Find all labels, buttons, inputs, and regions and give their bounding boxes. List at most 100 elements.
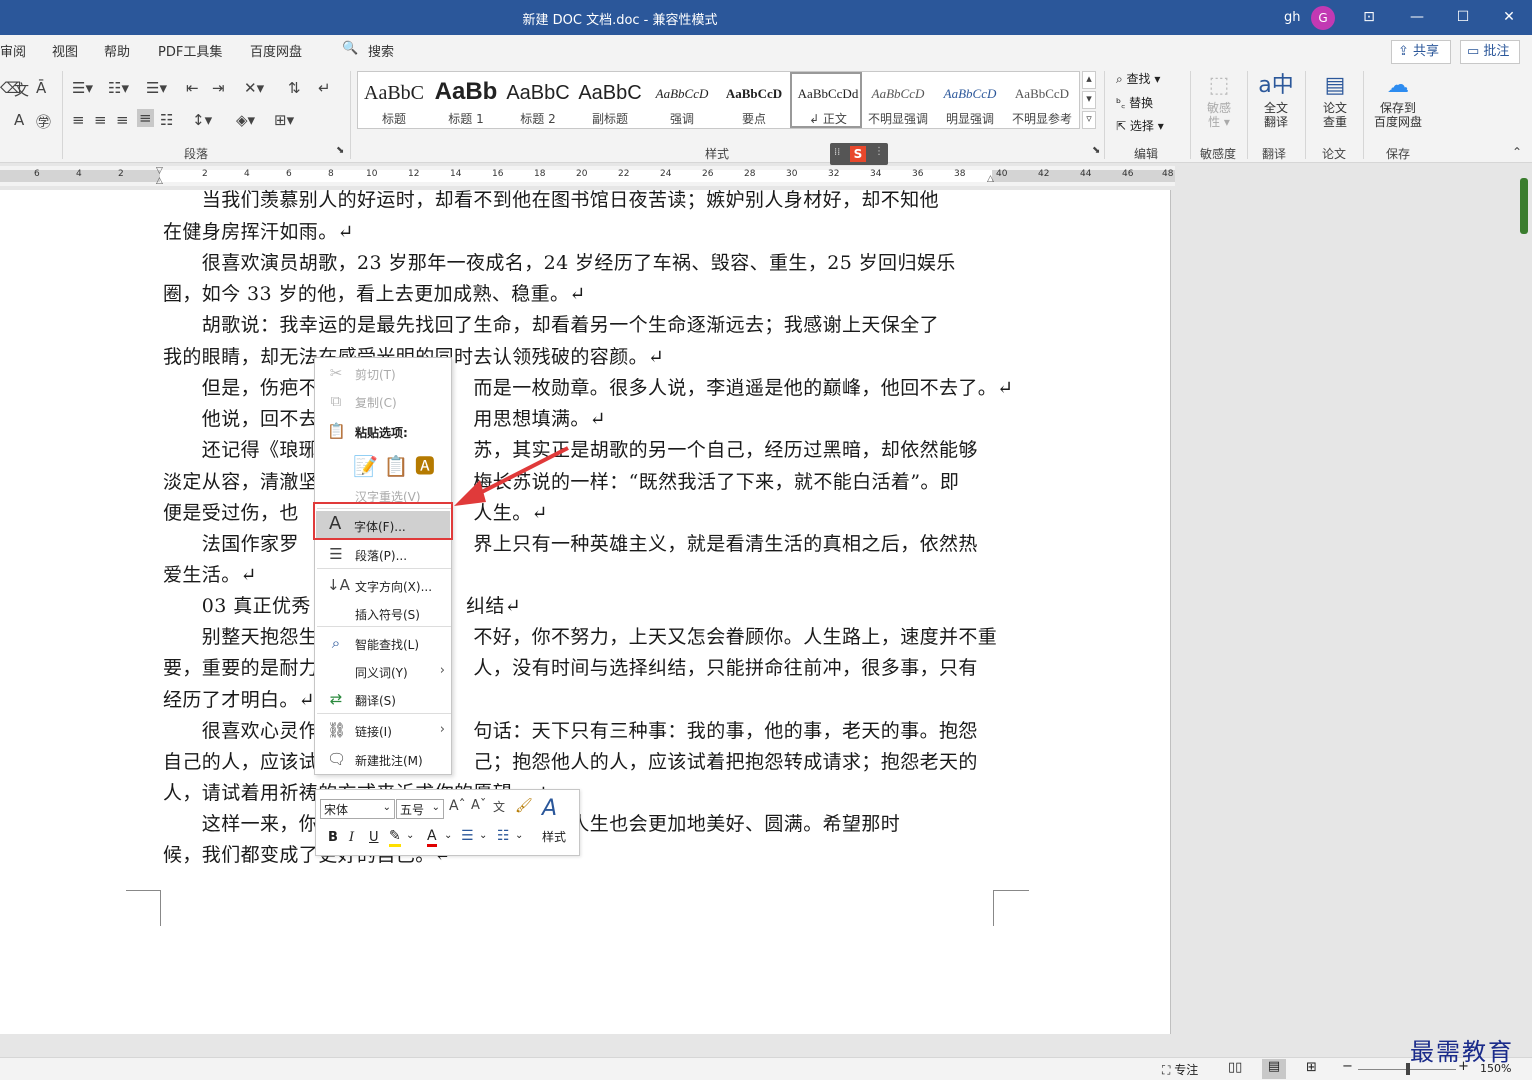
- replace-button[interactable]: ᵇ꜀ 替换: [1116, 94, 1153, 111]
- style-subtle-reference[interactable]: AaBbCcD 不明显参考: [1006, 72, 1078, 128]
- numbering-icon[interactable]: ☷: [497, 828, 510, 844]
- focus-mode-button[interactable]: ⛶ 专注: [1162, 1061, 1198, 1078]
- vertical-scrollbar[interactable]: [1520, 178, 1528, 234]
- font-size-select[interactable]: 五号 ⌄: [396, 799, 444, 819]
- shrink-font-icon[interactable]: Aˇ: [471, 798, 486, 813]
- sensitivity-button[interactable]: ⬚ 敏感性 ▾: [1198, 71, 1240, 129]
- styles-button-label[interactable]: 样式: [542, 828, 566, 845]
- increase-indent-icon[interactable]: ⇥: [212, 79, 225, 97]
- menu-item-insert-symbol[interactable]: 插入符号(S): [315, 600, 451, 626]
- style-subtle-emphasis[interactable]: AaBbCcD 不明显强调: [862, 72, 934, 128]
- bold-button[interactable]: B: [328, 830, 338, 845]
- menu-item-translate[interactable]: ⇄ 翻译(S): [315, 686, 451, 712]
- save-baidu-button[interactable]: ☁ 保存到 百度网盘: [1370, 71, 1426, 129]
- print-layout-icon[interactable]: ▤: [1262, 1059, 1286, 1079]
- style-intense-emphasis[interactable]: AaBbCcD 明显强调: [934, 72, 1006, 128]
- right-indent-marker-icon[interactable]: △: [987, 174, 997, 186]
- paste-option-icons[interactable]: 📝📋🅰: [353, 450, 441, 479]
- menu-item-cut[interactable]: ✂ 剪切(T): [315, 360, 451, 386]
- web-layout-icon[interactable]: ⊞: [1306, 1060, 1317, 1075]
- align-center-icon[interactable]: ≡: [94, 111, 107, 129]
- tab-view[interactable]: 视图: [52, 41, 78, 60]
- phonetic-guide-icon[interactable]: 文: [14, 79, 29, 100]
- chinese-layout-icon[interactable]: ✕▾: [244, 79, 264, 97]
- avatar[interactable]: G: [1311, 6, 1335, 30]
- chevron-down-icon[interactable]: ⌄: [479, 830, 487, 841]
- style-strong[interactable]: AaBbCcD 要点: [718, 72, 790, 128]
- menu-item-copy[interactable]: ⧉ 复制(C): [315, 388, 451, 414]
- collapse-ribbon-icon[interactable]: ⌃: [1512, 145, 1522, 159]
- menu-item-link[interactable]: ⛓ 链接(I) ›: [315, 717, 451, 743]
- gallery-more-icon[interactable]: ▿: [1082, 111, 1096, 129]
- italic-button[interactable]: I: [349, 830, 354, 845]
- tab-review[interactable]: 审阅: [0, 41, 26, 60]
- decrease-indent-icon[interactable]: ⇤: [186, 79, 199, 97]
- align-left-icon[interactable]: ≡: [72, 111, 85, 129]
- zoom-out-icon[interactable]: −: [1342, 1059, 1353, 1074]
- menu-item-synonyms[interactable]: 同义词(Y) ›: [315, 658, 451, 684]
- borders-icon[interactable]: ⊞▾: [274, 111, 294, 129]
- gallery-down-icon[interactable]: ▾: [1082, 91, 1096, 109]
- shading-icon[interactable]: ◈▾: [236, 111, 255, 129]
- menu-item-smart-lookup[interactable]: ⌕ 智能查找(L): [315, 630, 451, 656]
- sort-icon[interactable]: ⇅: [288, 79, 301, 97]
- font-name-select[interactable]: 宋体 ⌄: [320, 799, 395, 819]
- enclose-char-icon[interactable]: ㊫: [36, 111, 51, 132]
- font-color-icon[interactable]: A: [427, 828, 437, 847]
- distributed-icon[interactable]: ☷: [160, 111, 173, 129]
- close-button[interactable]: ✕: [1486, 0, 1532, 35]
- horizontal-ruler[interactable]: 6 4 2 2 4 6 8 10 12 14 16 18 20 22 24 26…: [0, 166, 1175, 186]
- chevron-down-icon[interactable]: ⌄: [515, 830, 523, 841]
- bullets-icon[interactable]: ☰▾: [72, 79, 93, 97]
- read-mode-icon[interactable]: ▯▯: [1228, 1060, 1242, 1075]
- indent-marker-icon[interactable]: ▽ △: [156, 166, 166, 186]
- menu-item-new-comment[interactable]: 🗨 新建批注(M): [315, 746, 451, 772]
- styles-icon[interactable]: A: [542, 796, 557, 821]
- paste-text-only-icon[interactable]: 🅰: [415, 454, 441, 478]
- show-marks-icon[interactable]: ↵: [318, 79, 331, 97]
- full-translate-button[interactable]: a中 全文 翻译: [1254, 71, 1298, 129]
- search-icon[interactable]: 🔍: [342, 41, 358, 56]
- minimize-button[interactable]: —: [1394, 0, 1440, 35]
- highlight-color-icon[interactable]: ✎: [389, 828, 401, 847]
- menu-item-paragraph[interactable]: ☰ 段落(P)...: [315, 541, 451, 567]
- ribbon-display-icon[interactable]: ⊡: [1346, 0, 1392, 35]
- ime-toolbar[interactable]: ⁞⁞ S ⋮: [830, 143, 888, 165]
- select-button[interactable]: ⇱ 选择 ▾: [1116, 117, 1164, 134]
- phonetic-guide-icon[interactable]: 文: [493, 798, 505, 815]
- maximize-button[interactable]: ☐: [1440, 0, 1486, 35]
- share-button[interactable]: ⇪ 共享: [1391, 40, 1451, 64]
- numbering-icon[interactable]: ☷▾: [108, 79, 129, 97]
- style-heading-2[interactable]: AaBbC 标题 2: [502, 72, 574, 128]
- align-right-icon[interactable]: ≡: [116, 111, 129, 129]
- char-shading-icon[interactable]: A: [14, 111, 24, 129]
- chevron-down-icon[interactable]: ⌄: [444, 830, 452, 841]
- paper-check-button[interactable]: ▤ 论文 查重: [1313, 71, 1357, 129]
- justify-icon[interactable]: ≡: [137, 109, 154, 127]
- char-border-icon[interactable]: Ā: [36, 79, 46, 97]
- tab-baidu-pan[interactable]: 百度网盘: [250, 41, 302, 60]
- style-subtitle[interactable]: AaBbC 副标题: [574, 72, 646, 128]
- style-normal[interactable]: AaBbCcDd ↲ 正文: [790, 72, 862, 128]
- bullets-icon[interactable]: ☰: [461, 828, 474, 844]
- underline-button[interactable]: U: [369, 830, 379, 845]
- dialog-launcher-icon[interactable]: ⬊: [1092, 145, 1100, 156]
- paste-keep-format-icon[interactable]: 📝: [353, 454, 384, 478]
- grow-font-icon[interactable]: Aˆ: [449, 798, 466, 814]
- chevron-down-icon[interactable]: ⌄: [406, 830, 414, 841]
- style-emphasis[interactable]: AaBbCcD 强调: [646, 72, 718, 128]
- gallery-up-icon[interactable]: ▴: [1082, 71, 1096, 89]
- style-title[interactable]: AaBbC 标题: [358, 72, 430, 128]
- line-spacing-icon[interactable]: ↕▾: [192, 111, 212, 129]
- format-painter-icon[interactable]: 🖌: [515, 798, 533, 814]
- paste-merge-icon[interactable]: 📋: [384, 454, 415, 478]
- multilevel-list-icon[interactable]: ☰▾: [146, 79, 167, 97]
- find-button[interactable]: ⌕ 查找 ▾: [1116, 70, 1160, 87]
- user-name[interactable]: gh: [1284, 10, 1301, 25]
- menu-item-text-direction[interactable]: ↓A 文字方向(X)...: [315, 572, 451, 598]
- dialog-launcher-icon[interactable]: ⬊: [336, 145, 344, 156]
- style-heading-1[interactable]: AaBb 标题 1: [430, 72, 502, 128]
- comments-button[interactable]: ▭ 批注: [1460, 40, 1520, 64]
- search-label[interactable]: 搜索: [368, 41, 394, 60]
- tab-help[interactable]: 帮助: [104, 41, 130, 60]
